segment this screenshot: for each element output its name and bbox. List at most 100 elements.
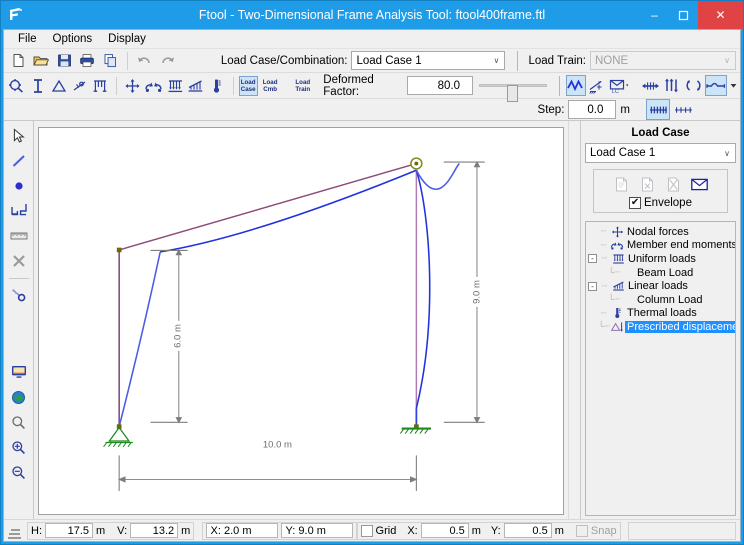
load-train-select[interactable]: NONE ∨: [590, 51, 736, 70]
select-zoom-icon[interactable]: [7, 75, 27, 96]
tree-item-prescribed-displacements[interactable]: └┈ Prescribed displacements: [588, 320, 733, 334]
draw-member-icon[interactable]: [7, 149, 31, 173]
tree-item-label: Nodal forces: [625, 226, 689, 238]
tree-item-nodal-forces[interactable]: ┈ Nodal forces: [588, 225, 733, 239]
slider-thumb[interactable]: [507, 85, 518, 102]
envelope-checkbox-row[interactable]: ✔ Envelope: [598, 197, 723, 209]
bending-moment-diagram-icon[interactable]: [682, 75, 704, 96]
grid-checkbox[interactable]: [361, 525, 373, 537]
snap-nodes-icon[interactable]: [7, 199, 31, 223]
reactions-icon[interactable]: [587, 75, 607, 96]
member-end-moments-icon[interactable]: [143, 75, 164, 96]
zoom-in-icon[interactable]: [7, 435, 31, 459]
load-case-combination-select[interactable]: Load Case 1 ∨: [351, 51, 505, 70]
open-file-icon[interactable]: [30, 50, 52, 71]
step-unit: m: [620, 104, 630, 116]
menu-display[interactable]: Display: [100, 31, 154, 47]
nodal-forces-icon[interactable]: [122, 75, 142, 96]
deformed-factor-slider[interactable]: [479, 84, 547, 87]
deformed-factor-label: Deformed Factor:: [323, 74, 403, 98]
zoom-out-icon[interactable]: [7, 460, 31, 484]
shear-force-diagram-icon[interactable]: [662, 75, 682, 96]
tree-connector-4: └┈: [608, 267, 619, 278]
tree-item-member-end-moments[interactable]: ┈ Member end moments: [588, 239, 733, 253]
tree-connector: ┈: [598, 226, 609, 237]
v-label: V:: [117, 525, 127, 537]
tree-expander-linear-loads[interactable]: -: [588, 282, 597, 291]
thermal-loads-icon: [609, 307, 625, 319]
load-case-envelope-icon[interactable]: LC: [608, 75, 630, 96]
node-point-icon[interactable]: [7, 174, 31, 198]
h-value-field[interactable]: 17.5: [45, 523, 93, 538]
tree-item-column-load[interactable]: └┈ Column Load: [588, 293, 733, 307]
close-button[interactable]: ✕: [698, 1, 743, 29]
deformed-shape-icon[interactable]: [566, 75, 586, 96]
canvas-area: 10.0 m 6.0 m 9.0 m: [34, 121, 568, 519]
tree-expander-uniform-loads[interactable]: -: [588, 254, 597, 263]
load-combination-button[interactable]: Load Cmb: [261, 76, 280, 96]
supports-icon[interactable]: [49, 75, 69, 96]
load-train-button[interactable]: Load Train: [293, 76, 312, 96]
undo-icon[interactable]: [133, 50, 155, 71]
frame-model-drawing[interactable]: [39, 128, 563, 514]
deformed-factor-input[interactable]: 80.0: [407, 76, 473, 95]
uniform-loads-icon[interactable]: [165, 75, 185, 96]
load-case-panel-select[interactable]: Load Case 1 ∨: [585, 143, 736, 163]
nodes: [117, 158, 422, 429]
load-case-button[interactable]: Load Case: [239, 76, 258, 96]
tree-item-beam-load[interactable]: └┈ Beam Load: [588, 266, 733, 280]
snap-checkbox[interactable]: [576, 525, 588, 537]
attribute-picker-icon[interactable]: [7, 283, 31, 307]
globe-fit-icon[interactable]: [7, 385, 31, 409]
zoom-tool-icon[interactable]: [7, 410, 31, 434]
grid-y-label: Y:: [491, 525, 501, 537]
tree-item-linear-loads[interactable]: - ┈ Linear loads: [588, 279, 733, 293]
select-cursor-icon[interactable]: [7, 124, 31, 148]
display-monitor-icon[interactable]: [7, 360, 31, 384]
delete-load-case-icon[interactable]: [664, 175, 683, 193]
tree-item-uniform-loads[interactable]: - ┈ Uniform loads: [588, 252, 733, 266]
toolbar-separator-3: [116, 77, 117, 95]
file-toolbar: Load Case/Combination: Load Case 1 ∨ Loa…: [4, 49, 740, 73]
v-value-field[interactable]: 13.2: [130, 523, 178, 538]
tree-item-label-5: Linear loads: [626, 280, 688, 292]
tree-item-thermal-loads[interactable]: ┈ Thermal loads: [588, 307, 733, 321]
chevron-down-icon-2: ∨: [719, 52, 735, 69]
minimize-button[interactable]: –: [640, 1, 669, 29]
maximize-button[interactable]: [669, 1, 698, 29]
menu-options[interactable]: Options: [45, 31, 101, 47]
grid-y-field[interactable]: 0.5: [504, 523, 552, 538]
resize-grip-icon: [8, 523, 21, 539]
hinge-icon[interactable]: [70, 75, 90, 96]
frame-icon[interactable]: [91, 75, 111, 96]
load-items-tree[interactable]: ┈ Nodal forces ┈ Member end moments: [585, 221, 736, 516]
delete-icon[interactable]: [7, 249, 31, 273]
grid-ruler-icon[interactable]: [7, 224, 31, 248]
envelope-load-case-icon[interactable]: [690, 175, 709, 193]
step-input[interactable]: 0.0: [568, 100, 616, 119]
influence-line-dropdown-icon[interactable]: [728, 75, 739, 96]
thermal-loads-icon[interactable]: [207, 75, 227, 96]
member-properties-icon[interactable]: [28, 75, 48, 96]
envelope-checkbox[interactable]: ✔: [629, 197, 641, 209]
discretization-fine-icon[interactable]: [646, 99, 670, 120]
tree-connector-6: └┈: [608, 294, 619, 305]
new-file-icon[interactable]: [7, 50, 29, 71]
axial-force-diagram-icon[interactable]: [640, 75, 661, 96]
linear-loads-icon[interactable]: [186, 75, 206, 96]
chevron-down-icon-3: ∨: [719, 144, 735, 162]
canvas-vertical-scrollbar[interactable]: [568, 121, 580, 519]
load-case-button-line1: Load: [241, 79, 256, 86]
model-canvas[interactable]: 10.0 m 6.0 m 9.0 m: [38, 127, 564, 515]
grid-x-field[interactable]: 0.5: [421, 523, 469, 538]
save-file-icon[interactable]: [53, 50, 75, 71]
duplicate-load-case-icon[interactable]: [638, 175, 657, 193]
print-icon[interactable]: [76, 50, 98, 71]
new-load-case-icon[interactable]: [612, 175, 631, 193]
discretization-coarse-icon[interactable]: [671, 99, 695, 120]
h-label: H:: [31, 525, 42, 537]
influence-line-icon[interactable]: [705, 75, 727, 96]
menu-file[interactable]: File: [10, 31, 45, 47]
redo-icon[interactable]: [156, 50, 178, 71]
copy-icon[interactable]: [99, 50, 121, 71]
